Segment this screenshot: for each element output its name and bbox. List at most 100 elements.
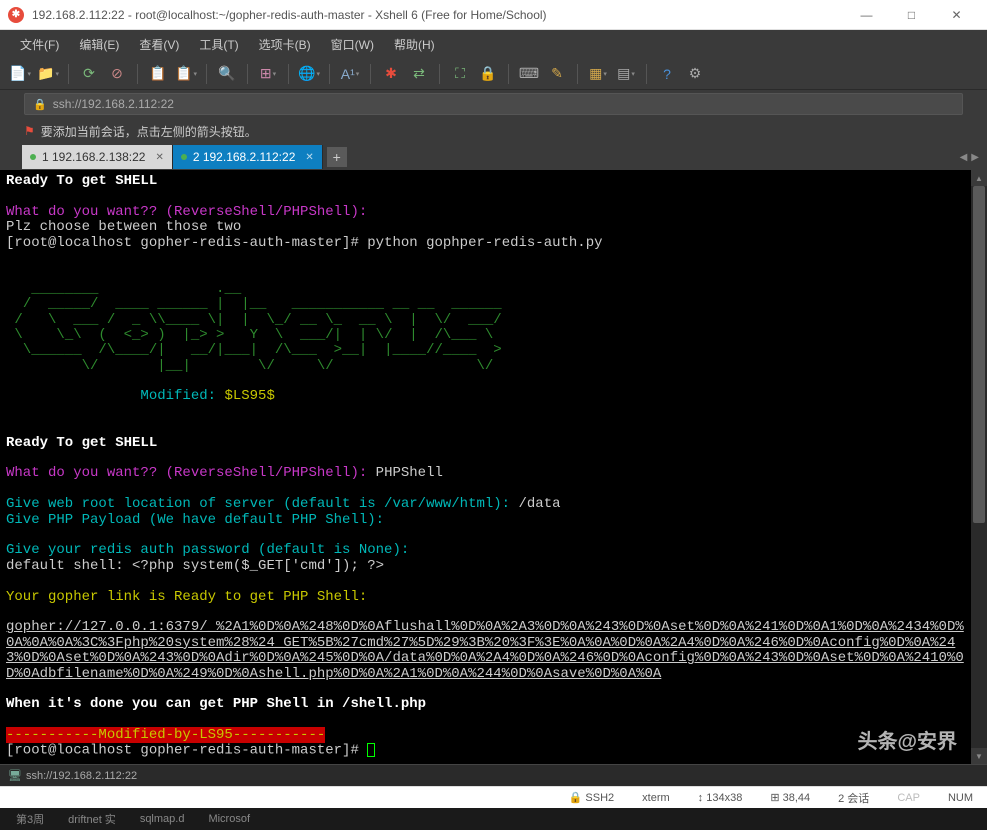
terminal-container: Ready To get SHELL What do you want?? (R… — [0, 170, 987, 764]
hint-bar: ⚑ 要添加当前会话，点击左侧的箭头按钮。 — [0, 118, 987, 144]
menu-window[interactable]: 窗口(W) — [323, 32, 382, 57]
open-folder-icon[interactable]: 📁▾ — [36, 62, 60, 86]
scroll-track[interactable] — [971, 186, 987, 748]
menu-bar: 文件(F) 编辑(E) 查看(V) 工具(T) 选项卡(B) 窗口(W) 帮助(… — [0, 30, 987, 58]
highlight-icon[interactable]: ✎ — [545, 62, 569, 86]
terminal-line: What do you want?? (ReverseShell/PHPShel… — [6, 204, 367, 220]
font-icon[interactable]: A¹▾ — [338, 62, 362, 86]
close-tab-icon[interactable]: ✕ — [155, 152, 163, 163]
next-tab-icon[interactable]: ▶ — [971, 152, 979, 163]
reconnect-icon[interactable]: ⟳ — [77, 62, 101, 86]
fullscreen-icon[interactable]: ⛶ — [448, 62, 472, 86]
address-input[interactable]: 🔒 ssh://192.168.2.112:22 — [24, 93, 963, 115]
new-session-icon[interactable]: 📄▾ — [8, 62, 32, 86]
tab-bar: 1 192.168.2.138:22 ✕ 2 192.168.2.112:22 … — [0, 144, 987, 170]
taskbar-item[interactable]: sqlmap.d — [132, 811, 193, 827]
taskbar-item[interactable]: 第3周 — [8, 809, 52, 829]
scroll-thumb[interactable] — [973, 186, 985, 523]
paste-icon[interactable]: 📋▾ — [174, 62, 198, 86]
tab-label: 1 192.168.2.138:22 — [42, 150, 145, 164]
status-size: ↕ 134x38 — [692, 792, 749, 804]
terminal-prompt: [root@localhost gopher-redis-auth-master… — [6, 235, 367, 251]
window-title: 192.168.2.112:22 - root@localhost:~/goph… — [32, 8, 844, 22]
connection-path-bar: 🖥 ssh://192.168.2.112:22 — [0, 764, 987, 786]
status-dot-icon — [30, 154, 36, 160]
maximize-button[interactable]: □ — [889, 0, 934, 30]
address-bar: 🔒 ssh://192.168.2.112:22 — [0, 90, 987, 118]
tab-nav-arrows: ◀ ▶ — [960, 152, 979, 163]
status-num: NUM — [942, 792, 979, 804]
xagent-icon[interactable]: ✱ — [379, 62, 403, 86]
properties-icon[interactable]: ⊞▾ — [256, 62, 280, 86]
menu-tabs[interactable]: 选项卡(B) — [251, 32, 319, 57]
cascade-icon[interactable]: ▤▾ — [614, 62, 638, 86]
help-icon[interactable]: ? — [655, 62, 679, 86]
status-term: xterm — [636, 792, 676, 804]
xftp-icon[interactable]: ⇄ — [407, 62, 431, 86]
app-icon: ✱ — [8, 7, 24, 23]
tile-icon[interactable]: ▦▾ — [586, 62, 610, 86]
hint-text: 要添加当前会话，点击左侧的箭头按钮。 — [41, 123, 257, 140]
pos-icon: ⊞ — [770, 792, 779, 804]
taskbar-item[interactable]: driftnet 实 — [60, 809, 124, 829]
status-sessions: 2 会话 — [832, 790, 875, 806]
ascii-art: ________ .__ / _____/ ____ ______ | |__ … — [6, 281, 527, 374]
lock-icon[interactable]: 🔒 — [476, 62, 500, 86]
menu-edit[interactable]: 编辑(E) — [71, 32, 127, 57]
terminal-answer: /data — [510, 496, 560, 512]
session-tab-2[interactable]: 2 192.168.2.112:22 ✕ — [173, 145, 323, 169]
keyboard-icon[interactable]: ⌨ — [517, 62, 541, 86]
terminal-line: default shell: <?php system($_GET['cmd']… — [6, 558, 384, 574]
status-pos: ⊞ 38,44 — [764, 791, 816, 804]
flag-icon: ⚑ — [24, 124, 35, 138]
globe-icon[interactable]: 🌐▾ — [297, 62, 321, 86]
settings-icon[interactable]: ⚙ — [683, 62, 707, 86]
status-cap: CAP — [891, 792, 926, 804]
terminal-line: Ready To get SHELL — [6, 435, 157, 451]
modified-banner: -----------Modified-by-LS95----------- — [6, 727, 325, 743]
status-bar: 🔒 SSH2 xterm ↕ 134x38 ⊞ 38,44 2 会话 CAP N… — [0, 786, 987, 808]
terminal-prompt: [root@localhost gopher-redis-auth-master… — [6, 743, 367, 759]
gopher-link[interactable]: gopher://127.0.0.1:6379/_%2A1%0D%0A%248%… — [6, 619, 964, 681]
terminal-cursor — [367, 743, 375, 757]
lock-green-icon: 🔒 — [569, 792, 583, 804]
modified-value: $LS95$ — [216, 388, 275, 404]
terminal-line: Ready To get SHELL — [6, 173, 157, 189]
close-button[interactable]: ✕ — [934, 0, 979, 30]
modified-label: Modified: — [140, 388, 216, 404]
status-dot-icon — [181, 154, 187, 160]
scroll-up-icon[interactable]: ▲ — [971, 170, 987, 186]
window-titlebar: ✱ 192.168.2.112:22 - root@localhost:~/go… — [0, 0, 987, 30]
scroll-down-icon[interactable]: ▼ — [971, 748, 987, 764]
terminal-line: Give web root location of server (defaul… — [6, 496, 510, 512]
copy-icon[interactable]: 📋 — [146, 62, 170, 86]
terminal-line: Give your redis auth password (default i… — [6, 542, 409, 558]
tab-label: 2 192.168.2.112:22 — [193, 150, 296, 164]
toolbar: 📄▾ 📁▾ ⟳ ⊘ 📋 📋▾ 🔍 ⊞▾ 🌐▾ A¹▾ ✱ ⇄ ⛶ 🔒 ⌨ ✎ ▦… — [0, 58, 987, 90]
terminal-output[interactable]: Ready To get SHELL What do you want?? (R… — [0, 170, 971, 764]
connection-path: ssh://192.168.2.112:22 — [26, 770, 137, 782]
terminal-line: When it's done you can get PHP Shell in … — [6, 696, 426, 712]
terminal-line: What do you want?? (ReverseShell/PHPShel… — [6, 465, 367, 481]
prev-tab-icon[interactable]: ◀ — [960, 152, 968, 163]
terminal-line: Plz choose between those two — [6, 219, 241, 235]
search-icon[interactable]: 🔍 — [215, 62, 239, 86]
menu-tools[interactable]: 工具(T) — [191, 32, 246, 57]
menu-help[interactable]: 帮助(H) — [386, 32, 443, 57]
close-tab-icon[interactable]: ✕ — [305, 152, 313, 163]
status-ssh: 🔒 SSH2 — [563, 791, 621, 804]
os-taskbar: 第3周 driftnet 实 sqlmap.d Microsof — [0, 808, 987, 830]
disconnect-icon[interactable]: ⊘ — [105, 62, 129, 86]
window-controls: ― □ ✕ — [844, 0, 979, 30]
host-icon: 🖥 — [8, 769, 22, 782]
menu-file[interactable]: 文件(F) — [12, 32, 67, 57]
size-icon: ↕ — [698, 792, 704, 804]
menu-view[interactable]: 查看(V) — [131, 32, 187, 57]
terminal-scrollbar[interactable]: ▲ ▼ — [971, 170, 987, 764]
session-tab-1[interactable]: 1 192.168.2.138:22 ✕ — [22, 145, 173, 169]
add-tab-button[interactable]: + — [327, 147, 347, 167]
terminal-line: Give PHP Payload (We have default PHP Sh… — [6, 512, 384, 528]
minimize-button[interactable]: ― — [844, 0, 889, 30]
address-text: ssh://192.168.2.112:22 — [53, 97, 174, 111]
taskbar-item[interactable]: Microsof — [200, 811, 258, 827]
